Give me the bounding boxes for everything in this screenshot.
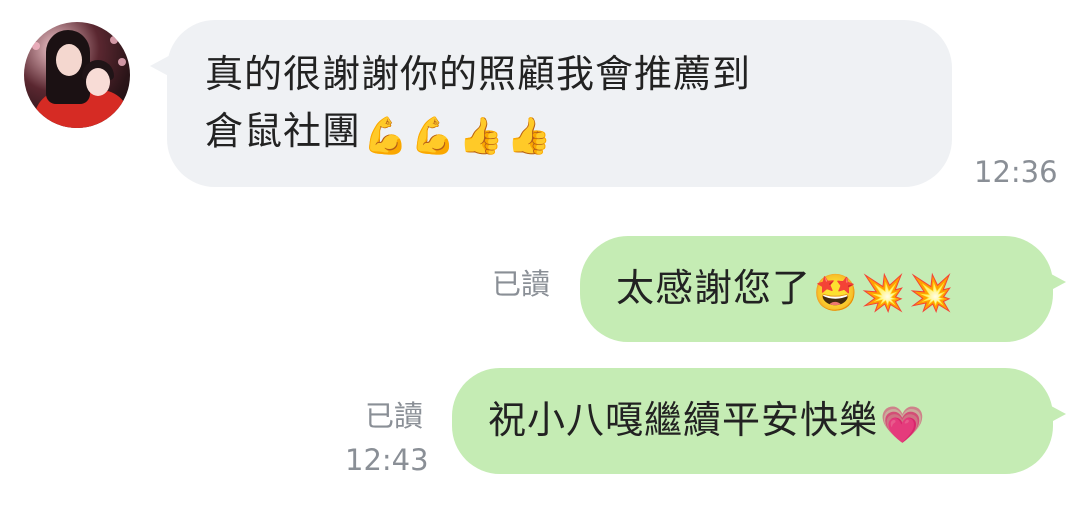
outgoing-bubble-tail (1040, 400, 1066, 428)
thumbs-up-emoji: 👍 (458, 116, 505, 157)
incoming-message-bubble[interactable]: 真的很謝謝你的照顧我會推薦到 倉鼠社團💪💪👍👍 (167, 20, 952, 187)
avatar-light (110, 36, 118, 44)
growing-heart-emoji: 💗 (880, 405, 926, 446)
avatar-face (56, 44, 82, 76)
collision-emoji: 💥 (860, 273, 907, 314)
avatar-light (32, 42, 40, 50)
message-text-line: 真的很謝謝你的照顧我會推薦到 (205, 52, 752, 96)
message-timestamp: 12:36 (974, 155, 1058, 189)
flexed-biceps-emoji: 💪 (363, 116, 409, 157)
read-receipt: 已讀 (365, 399, 424, 433)
avatar-light (118, 58, 126, 66)
outgoing-message-bubble[interactable]: 祝小八嘎繼續平安快樂💗 (452, 368, 1053, 474)
message-text: 祝小八嘎繼續平安快樂 (488, 398, 879, 442)
message-text-line: 倉鼠社團💪💪👍👍 (205, 103, 914, 160)
thumbs-up-emoji: 👍 (506, 116, 553, 157)
message-timestamp: 12:43 (345, 443, 429, 477)
chat-area: 真的很謝謝你的照顧我會推薦到 倉鼠社團💪💪👍👍 12:36 已讀 太感謝您了🤩💥… (0, 0, 1080, 508)
outgoing-bubble-tail (1040, 268, 1066, 296)
star-struck-emoji: 🤩 (813, 273, 859, 314)
flexed-biceps-emoji: 💪 (410, 116, 457, 157)
message-text: 倉鼠社團 (205, 109, 362, 153)
outgoing-message-bubble[interactable]: 太感謝您了🤩💥💥 (580, 236, 1053, 342)
avatar[interactable] (24, 22, 130, 128)
message-text: 太感謝您了 (616, 266, 812, 310)
collision-emoji: 💥 (908, 273, 955, 314)
avatar-face-child (86, 68, 110, 96)
read-receipt: 已讀 (492, 267, 551, 301)
